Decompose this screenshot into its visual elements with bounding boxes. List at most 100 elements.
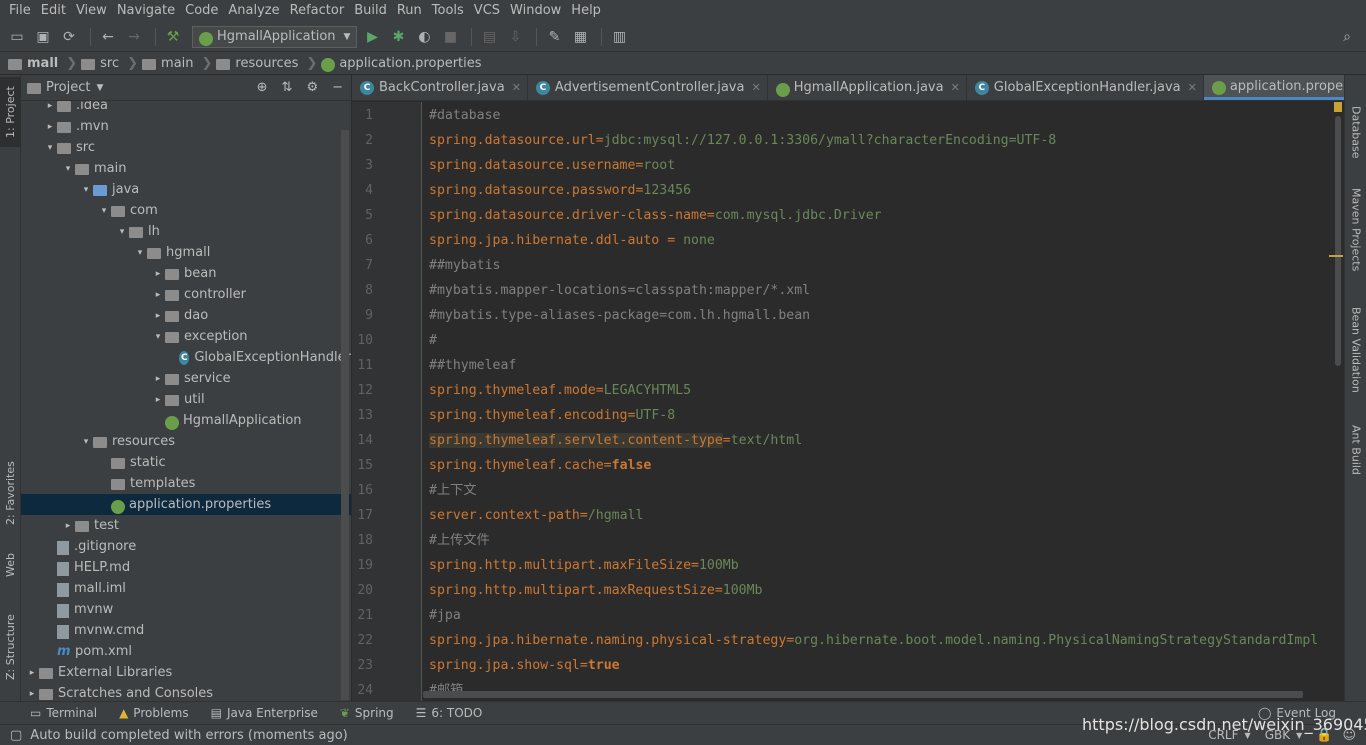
tree-item[interactable]: ▾ src [21,137,351,158]
hide-icon[interactable]: − [332,80,343,95]
tool-tab-ant-build[interactable]: Ant Build [1345,415,1366,485]
breadcrumb-item[interactable]: application.properties [321,56,487,72]
tree-item[interactable]: .gitignore [21,536,351,557]
tool-tab-database[interactable]: Database [1345,89,1366,175]
chevron-right-icon[interactable]: ▸ [151,269,165,279]
tree-item[interactable]: ▾ java [21,179,351,200]
code-line[interactable]: spring.datasource.url=jdbc:mysql://127.0… [429,128,1056,153]
save-all-icon[interactable]: ▣ [32,26,54,48]
code-line[interactable]: #database [429,103,500,128]
tool-tab-maven[interactable]: Maven Projects [1345,175,1366,285]
chevron-right-icon[interactable]: ▸ [151,374,165,384]
tree-item[interactable]: mall.iml [21,578,351,599]
menu-refactor[interactable]: Refactor [285,0,350,22]
tool-todo[interactable]: ☰ 6: TODO [416,706,483,720]
tool-terminal[interactable]: ▭ Terminal [30,706,97,720]
chevron-down-icon[interactable]: ▾ [79,185,93,195]
chevron-down-icon[interactable]: ▾ [43,143,57,153]
collapse-icon[interactable]: ⇅ [282,80,293,95]
stop-icon[interactable]: ■ [439,26,461,48]
tree-item[interactable]: C GlobalExceptionHandler [21,347,351,368]
run-icon[interactable]: ▶ [361,26,383,48]
tree-item[interactable]: HgmallApplication [21,410,351,431]
code-line[interactable]: spring.http.multipart.maxRequestSize=100… [429,578,762,603]
code-line[interactable]: spring.jpa.hibernate.naming.physical-str… [429,628,1318,653]
forward-icon[interactable]: → [123,26,145,48]
editor-tab[interactable]: C BackController.java ✕ [352,75,528,100]
editor-scrollbar[interactable] [1329,102,1343,701]
code-line[interactable]: #mybatis.mapper-locations=classpath:mapp… [429,278,810,303]
chevron-right-icon[interactable]: ▸ [151,395,165,405]
tool-tab-structure[interactable]: Z: Structure [0,605,21,689]
tree-item[interactable]: ▾ resources [21,431,351,452]
scroll-thumb[interactable] [1335,116,1341,366]
status-icon[interactable]: ▢ [10,728,22,743]
project-panel-title[interactable]: Project [46,80,90,95]
coverage-icon[interactable]: ◐ [413,26,435,48]
code-line[interactable]: spring.datasource.driver-class-name=com.… [429,203,882,228]
debug-icon[interactable]: ✱ [387,26,409,48]
code-editor[interactable]: #database spring.datasource.url=jdbc:mysq… [423,102,1331,701]
settings-wrench-icon[interactable]: ✎ [543,26,565,48]
menu-code[interactable]: Code [180,0,223,22]
tree-item[interactable]: application.properties [21,494,351,515]
breadcrumb-item[interactable]: src [81,56,125,71]
tree-item[interactable]: ▾ hgmall [21,242,351,263]
chevron-down-icon[interactable]: ▾ [79,437,93,447]
tool-problems[interactable]: ▲ Problems [119,706,189,720]
breadcrumb-item[interactable]: main [142,56,199,71]
code-line[interactable]: # [429,328,437,353]
tree-item[interactable]: ▾ main [21,158,351,179]
close-icon[interactable]: ✕ [1188,81,1197,94]
breadcrumb-item[interactable]: mall [8,56,64,71]
close-icon[interactable]: ✕ [512,81,521,94]
gear-icon[interactable]: ⚙ [306,80,318,95]
chevron-right-icon[interactable]: ▸ [43,122,57,132]
tree-item[interactable]: ▸ .mvn [21,116,351,137]
chevron-down-icon[interactable]: ▾ [151,332,165,342]
code-line[interactable]: #上下文 [429,478,477,503]
menu-help[interactable]: Help [566,0,606,22]
code-line[interactable]: ##mybatis [429,253,500,278]
code-line[interactable]: #mybatis.type-aliases-package=com.lh.hgm… [429,303,810,328]
open-folder-icon[interactable]: ▭ [6,26,28,48]
code-line[interactable]: #jpa [429,603,461,628]
tool-tab-project[interactable]: 1: Project [0,77,21,147]
menu-vcs[interactable]: VCS [469,0,505,22]
locate-icon[interactable]: ⊕ [257,80,268,95]
attach-icon[interactable]: ▤ [478,26,500,48]
breadcrumb-item[interactable]: resources [216,56,304,71]
tool-spring[interactable]: ❦ Spring [340,706,394,720]
warning-stripe[interactable] [1329,255,1343,257]
tree-item[interactable]: ▸ controller [21,284,351,305]
code-line[interactable]: #上传文件 [429,528,490,553]
code-line[interactable]: ##thymeleaf [429,353,516,378]
close-icon[interactable]: ✕ [751,81,760,94]
build-hammer-icon[interactable]: ⚒ [162,26,184,48]
status-message[interactable]: Auto build completed with errors (moment… [30,728,347,743]
tool-tab-bean-validation[interactable]: Bean Validation [1345,295,1366,405]
tree-item[interactable]: ▸ Scratches and Consoles [21,683,351,701]
code-line[interactable]: spring.http.multipart.maxFileSize=100Mb [429,553,739,578]
menu-file[interactable]: File [4,0,36,22]
code-line[interactable]: spring.thymeleaf.servlet.content-type=te… [429,428,802,453]
menu-edit[interactable]: Edit [36,0,71,22]
tree-item[interactable]: ▸ .idea [21,101,351,116]
editor-tab[interactable]: C AdvertisementController.java ✕ [528,75,768,100]
chevron-right-icon[interactable]: ▸ [151,290,165,300]
code-line[interactable]: spring.datasource.password=123456 [429,178,691,203]
chevron-down-icon[interactable]: ▾ [61,164,75,174]
search-icon[interactable]: ⌕ [1336,26,1358,48]
tree-item[interactable]: templates [21,473,351,494]
tree-item[interactable]: ▸ test [21,515,351,536]
inspection-marker[interactable] [1334,102,1342,112]
tree-item[interactable]: mvnw [21,599,351,620]
back-icon[interactable]: ← [97,26,119,48]
menu-view[interactable]: View [71,0,112,22]
code-line[interactable]: spring.thymeleaf.mode=LEGACYHTML5 [429,378,691,403]
chevron-right-icon[interactable]: ▸ [25,689,39,699]
close-icon[interactable]: ✕ [951,81,960,94]
tool-tab-favorites[interactable]: 2: Favorites [0,451,21,535]
menu-build[interactable]: Build [349,0,392,22]
tree-item[interactable]: HELP.md [21,557,351,578]
